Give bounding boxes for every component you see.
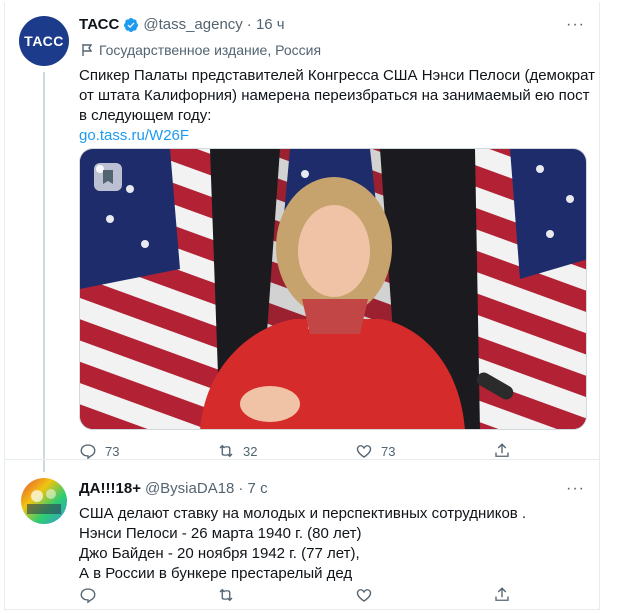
author-name[interactable]: ТАСС — [79, 16, 119, 33]
tweet-text: Спикер Палаты представителей Конгресса С… — [79, 66, 595, 146]
retweet-count: 32 — [243, 443, 258, 459]
timestamp[interactable]: · 16 ч — [247, 16, 285, 33]
tweet-photo[interactable] — [79, 148, 587, 430]
text-line: США делают ставку на молодых и перспекти… — [79, 505, 527, 522]
text-line: Нэнси Пелоси - 26 марта 1940 г. (80 лет) — [79, 525, 362, 542]
timestamp[interactable]: · 7 с — [238, 480, 267, 497]
share-icon — [495, 443, 509, 457]
flag-icon — [82, 44, 93, 56]
tweet-link[interactable]: go.tass.ru/W26F — [79, 126, 595, 146]
bookmark-icon[interactable] — [94, 163, 122, 191]
retweet-button[interactable] — [217, 586, 355, 604]
share-icon — [495, 587, 509, 601]
verified-badge-icon — [124, 17, 139, 32]
text-line: Спикер Палаты представителей Конгресса С… — [79, 67, 595, 84]
author-name[interactable]: ДА!!!18+ — [79, 480, 141, 497]
text-line: в следующем году: — [79, 107, 212, 124]
like-count: 73 — [381, 443, 396, 459]
tweet-reply[interactable]: ДА!!!18+ @BysiaDA18 · 7 с ··· США делают… — [5, 460, 599, 610]
reply-count: 73 — [105, 443, 120, 459]
retweet-icon — [219, 444, 233, 458]
share-button[interactable] — [493, 586, 620, 604]
more-options-icon[interactable]: ··· — [566, 480, 585, 498]
label-text: Государственное издание, Россия — [99, 42, 322, 58]
avatar-tass[interactable]: ТАСС — [19, 16, 69, 66]
tweet-header: ТАСС @tass_agency · 16 ч — [79, 16, 285, 33]
timeline: ТАСС ТАСС @tass_agency · 16 ч ··· Госуда… — [4, 2, 600, 610]
like-button[interactable]: 73 — [355, 442, 493, 460]
avatar-image — [27, 489, 61, 514]
text-line: Джо Байден - 20 ноября 1942 г. (77 лет), — [79, 545, 360, 562]
reply-icon — [80, 444, 96, 460]
tweet-actions: 73 32 73 — [79, 442, 620, 460]
reply-button[interactable] — [79, 586, 217, 604]
tweet-header: ДА!!!18+ @BysiaDA18 · 7 с — [79, 480, 268, 497]
tweet-actions — [79, 586, 620, 604]
avatar-text: ТАСС — [24, 33, 64, 49]
tweet-text: США делают ставку на молодых и перспекти… — [79, 504, 526, 584]
heart-icon — [356, 589, 372, 602]
author-handle[interactable]: @tass_agency — [143, 16, 242, 33]
photo-image — [80, 149, 586, 429]
avatar-da18[interactable] — [21, 478, 67, 524]
text-line: от штата Калифорния) намерена переизбрат… — [79, 87, 590, 104]
state-media-label: Государственное издание, Россия — [79, 42, 321, 58]
tweet-tass[interactable]: ТАСС ТАСС @tass_agency · 16 ч ··· Госуда… — [5, 2, 599, 472]
author-handle[interactable]: @BysiaDA18 — [145, 480, 234, 497]
reply-button[interactable]: 73 — [79, 442, 217, 460]
like-button[interactable] — [355, 586, 493, 604]
retweet-button[interactable]: 32 — [217, 442, 355, 460]
text-line: А в России в бункере престарелый дед — [79, 565, 353, 582]
heart-icon — [356, 445, 372, 458]
share-button[interactable] — [493, 442, 620, 460]
more-options-icon[interactable]: ··· — [566, 16, 585, 34]
thread-line — [43, 72, 45, 472]
retweet-icon — [219, 588, 233, 602]
reply-icon — [80, 588, 96, 604]
